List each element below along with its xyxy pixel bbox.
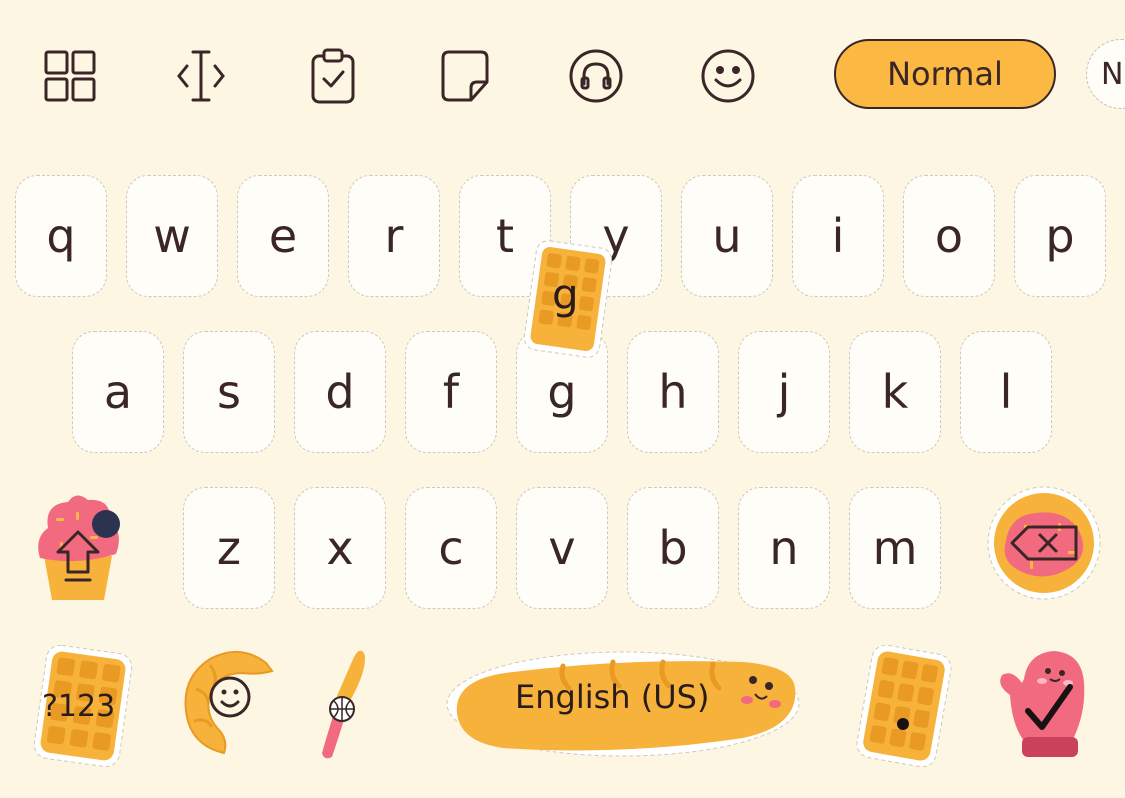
- key-label: w: [153, 209, 191, 263]
- key-label: v: [548, 521, 576, 575]
- shift-key[interactable]: [30, 488, 126, 606]
- key-r[interactable]: r: [348, 175, 440, 297]
- key-label: h: [658, 365, 688, 419]
- emoji-key[interactable]: [180, 645, 276, 763]
- sticky-note-icon[interactable]: [433, 44, 497, 108]
- key-label: n: [769, 521, 799, 575]
- key-label: s: [217, 365, 241, 419]
- key-p[interactable]: p: [1014, 175, 1106, 297]
- key-v[interactable]: v: [516, 487, 608, 609]
- key-label: f: [442, 365, 460, 419]
- mode-selector-next[interactable]: N: [1086, 39, 1125, 109]
- key-j[interactable]: j: [738, 331, 830, 453]
- key-o[interactable]: o: [903, 175, 995, 297]
- backspace-key[interactable]: [984, 485, 1104, 603]
- mode-next-label: N: [1101, 56, 1124, 92]
- key-label: c: [438, 521, 464, 575]
- key-d[interactable]: d: [294, 331, 386, 453]
- key-c[interactable]: c: [405, 487, 497, 609]
- croissant-emoji-icon: [184, 651, 274, 755]
- key-label: e: [268, 209, 298, 263]
- key-u[interactable]: u: [681, 175, 773, 297]
- key-n[interactable]: n: [738, 487, 830, 609]
- key-label: i: [831, 209, 845, 263]
- mode-label: Normal: [887, 55, 1003, 93]
- key-label: p: [1045, 209, 1075, 263]
- key-l[interactable]: l: [960, 331, 1052, 453]
- waffle-period-icon: [856, 645, 952, 767]
- key-k[interactable]: k: [849, 331, 941, 453]
- popup-label: g: [552, 270, 579, 319]
- key-w[interactable]: w: [126, 175, 218, 297]
- key-f[interactable]: f: [405, 331, 497, 453]
- key-label: b: [658, 521, 688, 575]
- enter-key[interactable]: [990, 645, 1100, 765]
- key-label: x: [326, 521, 354, 575]
- backspace-icon: [987, 486, 1101, 600]
- key-label: q: [46, 209, 76, 263]
- key-label: d: [325, 365, 355, 419]
- key-label: r: [384, 209, 404, 263]
- globe-knife-icon: [322, 650, 365, 759]
- key-label: g: [547, 365, 577, 419]
- space-bar-label: English (US): [515, 678, 710, 716]
- period-key[interactable]: [856, 645, 952, 767]
- grid-icon[interactable]: [38, 44, 102, 108]
- space-bar[interactable]: English (US): [443, 648, 803, 760]
- key-label: a: [103, 365, 133, 419]
- headphones-icon[interactable]: [564, 44, 628, 108]
- key-label: m: [872, 521, 918, 575]
- language-switch-key[interactable]: [310, 645, 374, 765]
- key-x[interactable]: x: [294, 487, 386, 609]
- key-label: z: [216, 521, 242, 575]
- mode-selector-normal[interactable]: Normal: [834, 39, 1056, 109]
- symbols-key[interactable]: ?123: [30, 645, 136, 767]
- cupcake-shift-icon: [38, 495, 120, 600]
- key-popup-g: g: [522, 238, 614, 360]
- key-q[interactable]: q: [15, 175, 107, 297]
- key-z[interactable]: z: [183, 487, 275, 609]
- period-dot: [897, 718, 909, 730]
- key-b[interactable]: b: [627, 487, 719, 609]
- key-e[interactable]: e: [237, 175, 329, 297]
- key-label: t: [495, 209, 515, 263]
- key-m[interactable]: m: [849, 487, 941, 609]
- text-cursor-icon[interactable]: [169, 44, 233, 108]
- symbols-label: ?123: [42, 689, 116, 724]
- smiley-icon[interactable]: [696, 44, 760, 108]
- key-label: l: [999, 365, 1013, 419]
- key-label: k: [881, 365, 909, 419]
- mitten-check-icon: [1000, 651, 1085, 757]
- key-label: u: [712, 209, 742, 263]
- key-i[interactable]: i: [792, 175, 884, 297]
- clipboard-icon[interactable]: [301, 44, 365, 108]
- key-h[interactable]: h: [627, 331, 719, 453]
- key-label: j: [777, 365, 791, 419]
- key-a[interactable]: a: [72, 331, 164, 453]
- key-s[interactable]: s: [183, 331, 275, 453]
- key-label: o: [934, 209, 964, 263]
